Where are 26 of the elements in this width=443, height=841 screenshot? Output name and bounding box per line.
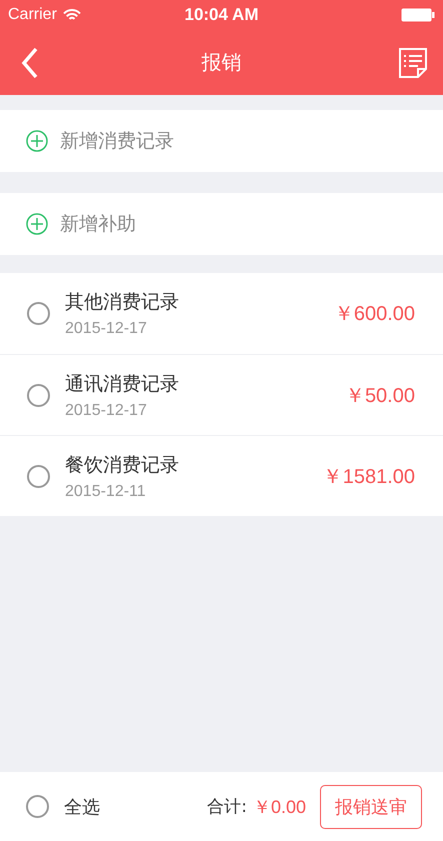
select-all-label: 全选	[64, 796, 100, 818]
chevron-left-icon	[21, 46, 39, 78]
page-title: 报销	[200, 49, 242, 76]
radio-button[interactable]	[27, 464, 50, 488]
battery-icon	[401, 8, 435, 22]
record-name: 通讯消费记录	[65, 372, 180, 396]
status-time: 10:04 AM	[184, 5, 258, 25]
wifi-icon	[62, 8, 81, 22]
record-amount: ￥1581.00	[322, 464, 415, 490]
submit-button[interactable]: 报销送审	[320, 784, 422, 828]
list-document-icon	[398, 46, 428, 78]
radio-button[interactable]	[27, 302, 50, 325]
plus-circle-icon	[26, 213, 48, 235]
record-name: 其他消费记录	[65, 290, 180, 315]
total-label: 合计:	[207, 796, 247, 818]
record-name: 餐饮消费记录	[65, 452, 180, 478]
total-amount: ￥0.00	[252, 796, 306, 818]
plus-circle-icon	[26, 130, 48, 152]
record-date: 2015-12-17	[65, 320, 148, 338]
record-date: 2015-12-11	[65, 482, 147, 500]
carrier-name: Carrier	[8, 6, 57, 24]
record-amount: ￥50.00	[344, 384, 415, 408]
radio-button[interactable]	[27, 384, 50, 406]
radio-button[interactable]	[26, 795, 49, 818]
record-amount: ￥600.00	[334, 302, 415, 327]
record-date: 2015-12-17	[65, 402, 148, 420]
